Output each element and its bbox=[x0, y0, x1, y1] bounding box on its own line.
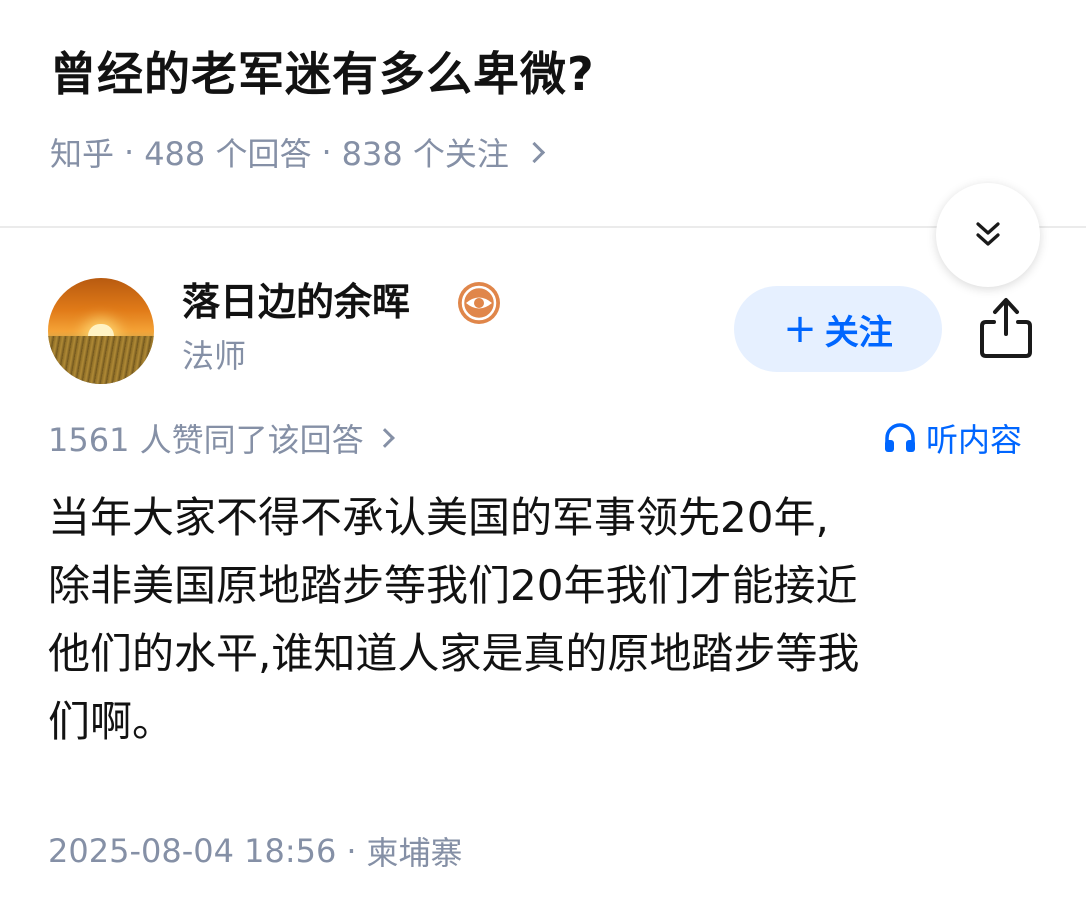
divider bbox=[0, 226, 1086, 228]
answers-count: 488 个回答 bbox=[144, 135, 312, 173]
votes-summary[interactable]: 1561 人赞同了该回答 bbox=[48, 414, 395, 462]
source-label: 知乎 bbox=[50, 135, 115, 173]
headphones-icon bbox=[885, 423, 915, 452]
question-title: 曾经的老军迷有多么卑微? bbox=[50, 47, 595, 101]
answer-line: 除非美国原地踏步等我们20年我们才能接近 bbox=[48, 561, 858, 610]
listen-label: 听内容 bbox=[926, 421, 1023, 459]
answer-line: 当年大家不得不承认美国的军事领先20年, bbox=[48, 493, 829, 542]
follow-label: 关注 bbox=[824, 312, 893, 353]
share-icon[interactable] bbox=[976, 294, 1036, 362]
separator-dot: · bbox=[124, 133, 135, 171]
followers-count: 838 个关注 bbox=[341, 135, 509, 173]
follow-button[interactable]: + 关注 bbox=[734, 286, 942, 372]
plus-icon: + bbox=[783, 306, 817, 352]
answer-content: 当年大家不得不承认美国的军事领先20年, 除非美国原地踏步等我们20年我们才能接… bbox=[48, 484, 1048, 756]
chevron-right-icon bbox=[523, 141, 545, 163]
separator-dot: · bbox=[346, 832, 357, 870]
avatar-field bbox=[48, 336, 154, 384]
avatar[interactable] bbox=[48, 278, 154, 384]
eye-badge-icon[interactable] bbox=[456, 280, 502, 326]
separator-dot: · bbox=[321, 133, 332, 171]
avatar-sun bbox=[88, 324, 114, 336]
author-name[interactable]: 落日边的余晖 bbox=[182, 276, 410, 328]
question-meta[interactable]: 知乎 · 488 个回答 · 838 个关注 bbox=[50, 130, 545, 174]
collapse-button[interactable] bbox=[936, 183, 1040, 287]
answer-line: 他们的水平,谁知道人家是真的原地踏步等我 bbox=[48, 629, 860, 678]
author-title: 法师 bbox=[182, 337, 247, 375]
double-chevron-down-icon bbox=[976, 222, 1000, 246]
answer-meta: 2025-08-04 18:56 · 柬埔寨 bbox=[48, 826, 463, 876]
answer-timestamp: 2025-08-04 18:56 bbox=[48, 832, 337, 870]
listen-button[interactable]: 听内容 bbox=[882, 414, 1022, 462]
answer-location: 柬埔寨 bbox=[366, 834, 463, 872]
votes-text: 1561 人赞同了该回答 bbox=[48, 421, 364, 459]
answer-line: 们啊。 bbox=[48, 697, 175, 746]
chevron-right-icon bbox=[374, 428, 395, 448]
